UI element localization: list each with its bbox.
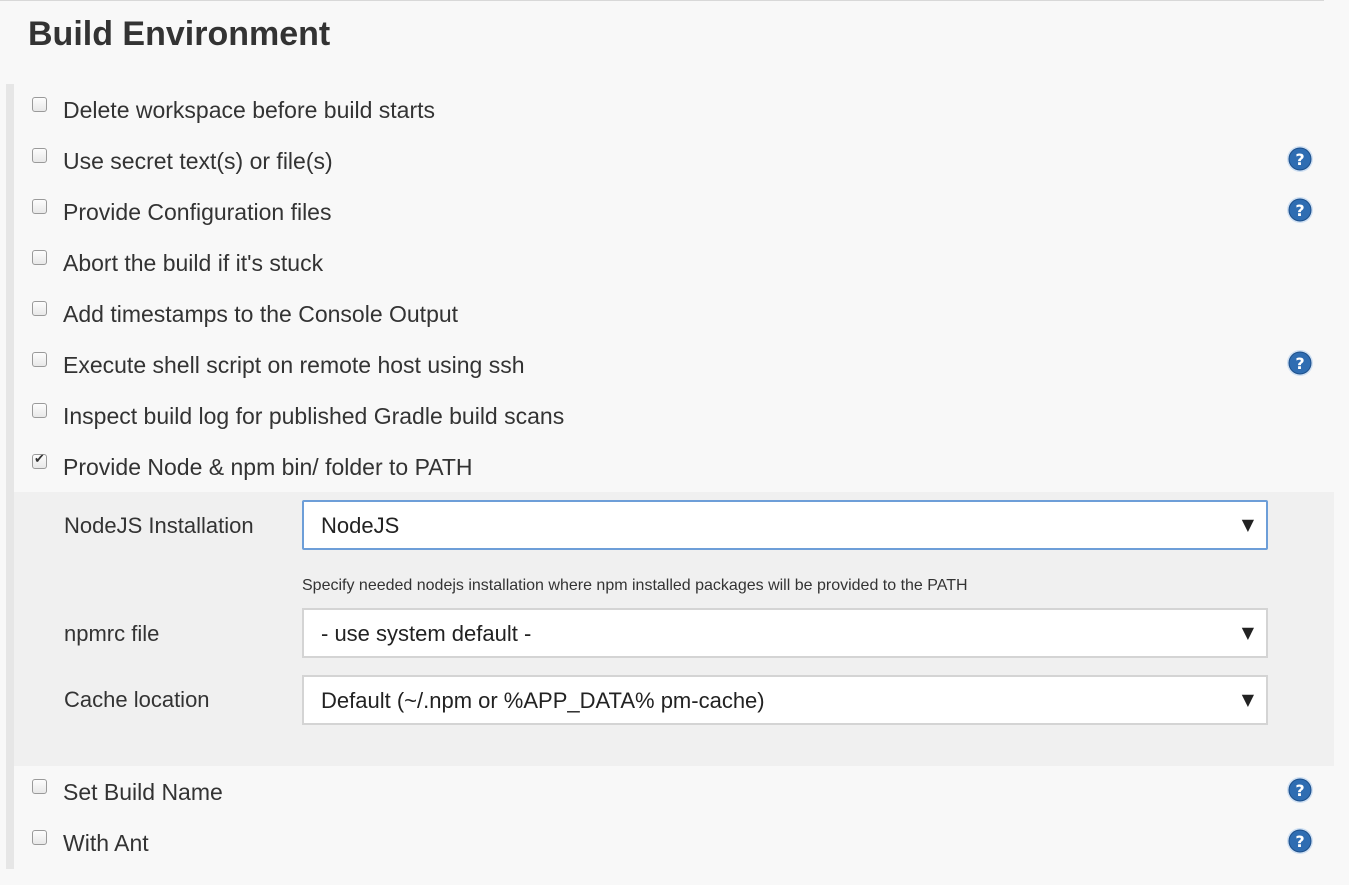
nodejs-installation-select[interactable]: NodeJS ▼ xyxy=(302,500,1268,550)
select-value: - use system default - xyxy=(321,621,532,646)
abort-stuck-checkbox[interactable] xyxy=(32,250,47,265)
option-node-npm-path: Provide Node & npm bin/ folder to PATH xyxy=(14,441,1334,492)
section-title: Build Environment xyxy=(28,15,331,53)
node-config-panel: NodeJS Installation NodeJS ▼ Specify nee… xyxy=(14,492,1334,766)
config-files-checkbox[interactable] xyxy=(32,199,47,214)
dropdown-arrow-icon: ▼ xyxy=(1241,623,1254,642)
option-label[interactable]: Set Build Name xyxy=(63,778,223,806)
option-label[interactable]: Use secret text(s) or file(s) xyxy=(63,147,333,175)
svg-text:?: ? xyxy=(1295,354,1304,373)
gradle-scans-checkbox[interactable] xyxy=(32,403,47,418)
option-remote-ssh: Execute shell script on remote host usin… xyxy=(14,339,1334,390)
set-build-name-checkbox[interactable] xyxy=(32,779,47,794)
cache-location-select[interactable]: Default (~/.npm or %APP_DATA% pm-cache) … xyxy=(302,675,1268,725)
select-value: NodeJS xyxy=(321,513,400,538)
svg-text:?: ? xyxy=(1295,150,1304,169)
option-label[interactable]: Provide Configuration files xyxy=(63,198,331,226)
option-label[interactable]: Delete workspace before build starts xyxy=(63,96,435,124)
dropdown-arrow-icon: ▼ xyxy=(1241,690,1254,709)
option-config-files: Provide Configuration files ? xyxy=(14,186,1334,237)
option-delete-workspace: Delete workspace before build starts xyxy=(14,84,1334,135)
nodejs-installation-description: Specify needed nodejs installation where… xyxy=(302,577,968,594)
help-icon[interactable]: ? xyxy=(1286,145,1314,173)
top-divider xyxy=(0,0,1324,1)
option-set-build-name: Set Build Name ? xyxy=(14,766,1334,817)
option-secret-text: Use secret text(s) or file(s) ? xyxy=(14,135,1334,186)
svg-text:?: ? xyxy=(1295,832,1304,851)
remote-ssh-checkbox[interactable] xyxy=(32,352,47,367)
help-icon[interactable]: ? xyxy=(1286,827,1314,855)
npmrc-file-label: npmrc file xyxy=(64,621,160,646)
svg-text:?: ? xyxy=(1295,201,1304,220)
option-with-ant: With Ant ? xyxy=(14,817,1334,868)
option-label[interactable]: With Ant xyxy=(63,829,149,857)
help-icon[interactable]: ? xyxy=(1286,349,1314,377)
help-icon[interactable]: ? xyxy=(1286,196,1314,224)
option-label[interactable]: Inspect build log for published Gradle b… xyxy=(63,402,564,430)
with-ant-checkbox[interactable] xyxy=(32,830,47,845)
npmrc-file-select[interactable]: - use system default - ▼ xyxy=(302,608,1268,658)
secret-text-checkbox[interactable] xyxy=(32,148,47,163)
timestamps-checkbox[interactable] xyxy=(32,301,47,316)
svg-text:?: ? xyxy=(1295,781,1304,800)
cache-location-label: Cache location xyxy=(64,687,210,712)
option-gradle-scans: Inspect build log for published Gradle b… xyxy=(14,390,1334,441)
node-npm-path-checkbox[interactable] xyxy=(32,452,47,469)
dropdown-arrow-icon: ▼ xyxy=(1241,515,1254,534)
nodejs-installation-label: NodeJS Installation xyxy=(64,513,254,538)
option-timestamps: Add timestamps to the Console Output xyxy=(14,288,1334,339)
option-label[interactable]: Abort the build if it's stuck xyxy=(63,249,323,277)
option-label[interactable]: Add timestamps to the Console Output xyxy=(63,300,458,328)
option-label[interactable]: Execute shell script on remote host usin… xyxy=(63,351,525,379)
help-icon[interactable]: ? xyxy=(1286,776,1314,804)
build-environment-section: Delete workspace before build starts Use… xyxy=(6,84,1334,869)
option-label[interactable]: Provide Node & npm bin/ folder to PATH xyxy=(63,453,473,481)
delete-workspace-checkbox[interactable] xyxy=(32,97,47,112)
option-abort-stuck: Abort the build if it's stuck xyxy=(14,237,1334,288)
select-value: Default (~/.npm or %APP_DATA% pm-cache) xyxy=(321,688,765,713)
